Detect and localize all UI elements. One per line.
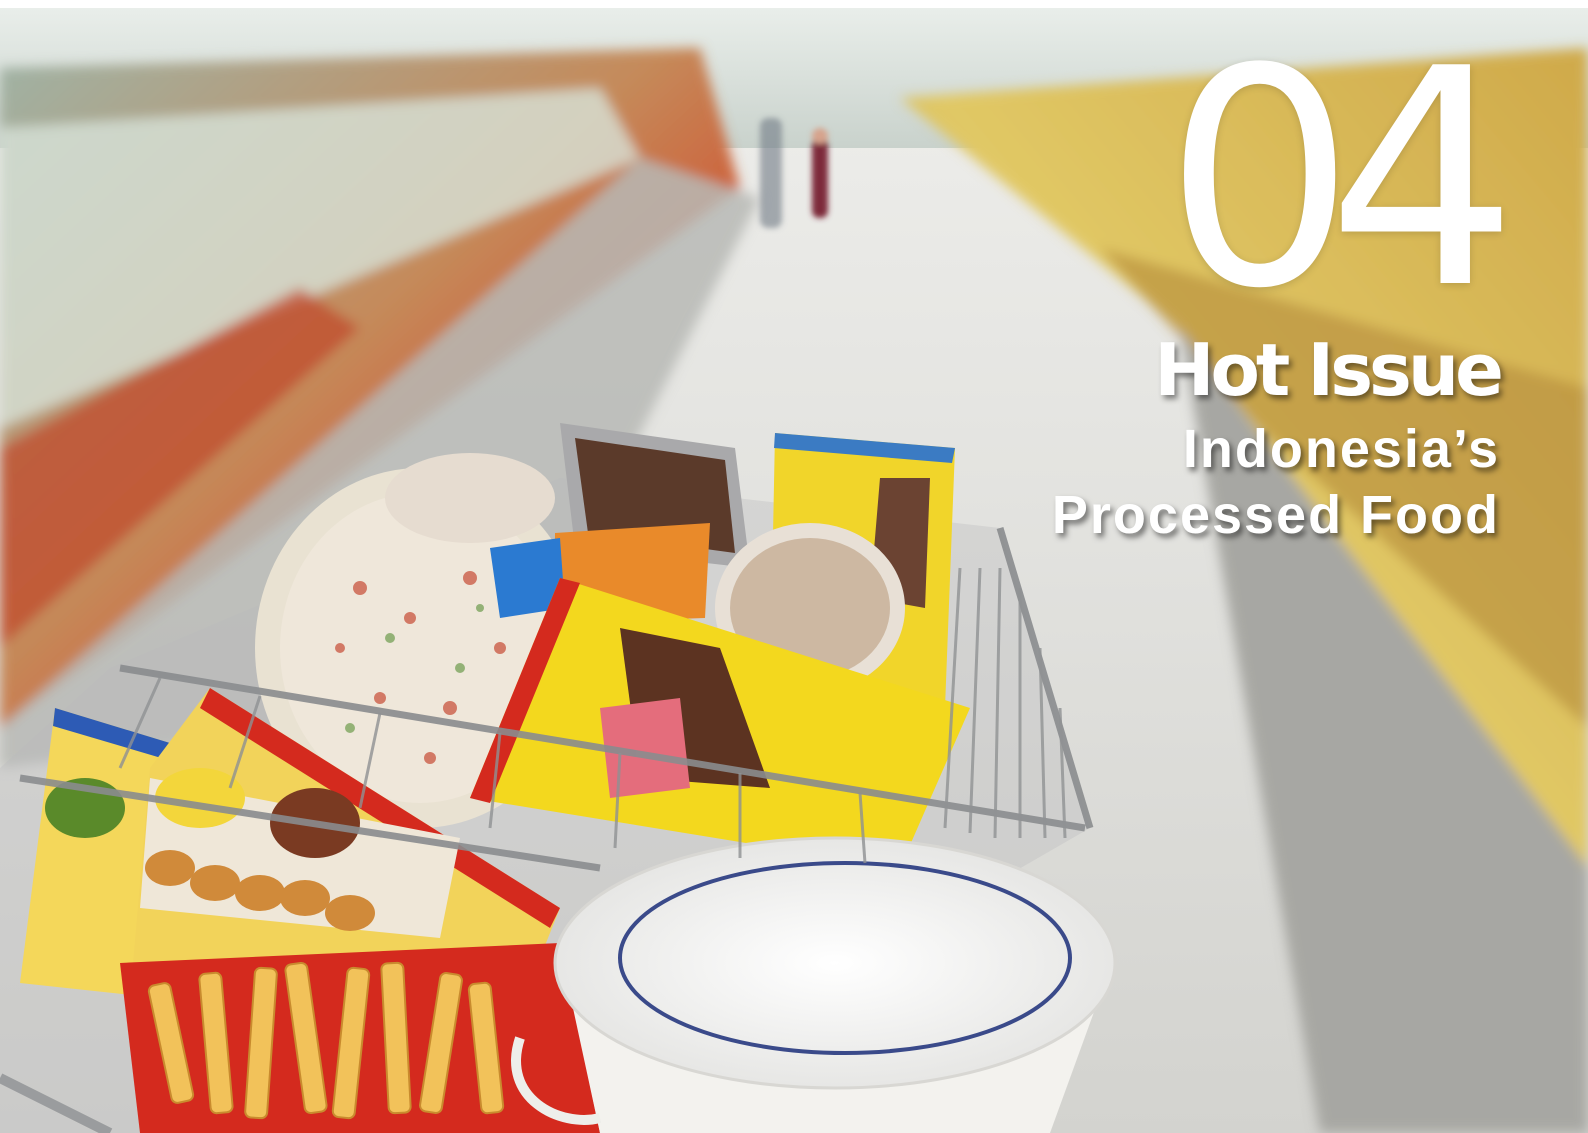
cover-title-block: 04 Hot Issue Indonesia’s Processed Food: [1051, 5, 1518, 548]
magazine-cover-page: 04 Hot Issue Indonesia’s Processed Food: [0, 0, 1588, 1133]
headline-line-2: Processed Food: [1051, 485, 1500, 545]
section-label: Hot Issue: [1154, 328, 1504, 412]
headline-line-1: Indonesia’s: [1182, 419, 1500, 479]
chapter-number: 04: [1164, 5, 1518, 354]
